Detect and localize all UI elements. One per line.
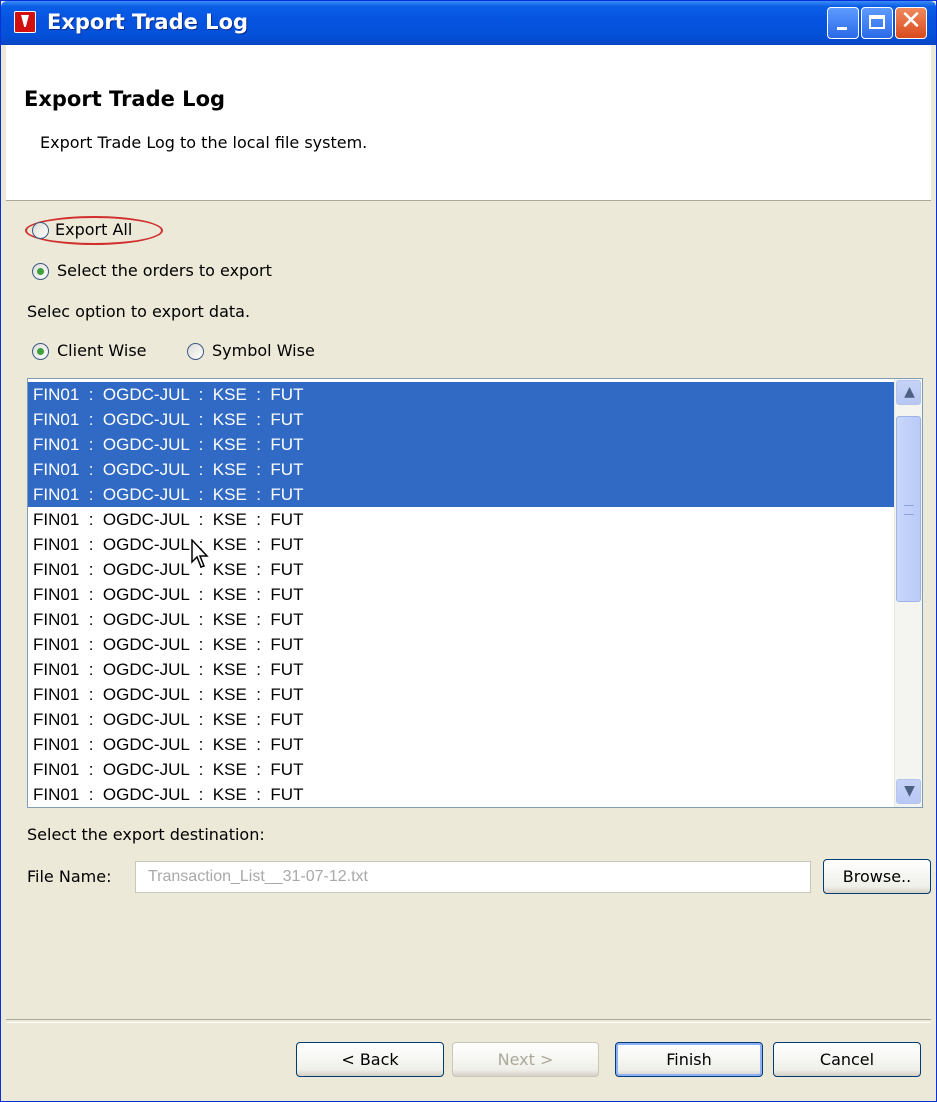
order-row[interactable]: FIN01 : OGDC-JUL : KSE : FUT [28, 482, 894, 507]
chevron-down-icon: ▼ [904, 783, 915, 799]
symbol-wise-radio[interactable] [187, 343, 204, 360]
order-row[interactable]: FIN01 : OGDC-JUL : KSE : FUT [28, 557, 894, 582]
chevron-up-icon: ▲ [904, 384, 915, 400]
export-trade-log-window: Export Trade Log ✕ Export Trade Log Expo… [0, 0, 937, 1102]
maximize-button[interactable] [861, 7, 893, 39]
minimize-button[interactable] [827, 7, 859, 39]
back-button[interactable]: < Back [296, 1042, 444, 1077]
order-row[interactable]: FIN01 : OGDC-JUL : KSE : FUT [28, 532, 894, 557]
browse-button[interactable]: Browse.. [823, 859, 931, 894]
export-all-radio[interactable] [32, 222, 49, 239]
mouse-cursor-icon [191, 539, 209, 568]
page-description: Export Trade Log to the local file syste… [40, 133, 368, 152]
select-orders-radio[interactable] [32, 263, 49, 280]
destination-prompt: Select the export destination: [27, 825, 265, 844]
order-row[interactable]: FIN01 : OGDC-JUL : KSE : FUT [28, 382, 894, 407]
select-orders-label[interactable]: Select the orders to export [57, 261, 272, 280]
file-name-label: File Name: [27, 867, 112, 886]
order-row[interactable]: FIN01 : OGDC-JUL : KSE : FUT [28, 582, 894, 607]
order-row[interactable]: FIN01 : OGDC-JUL : KSE : FUT [28, 507, 894, 532]
window-title: Export Trade Log [47, 10, 249, 34]
title-bar[interactable]: Export Trade Log ✕ [1, 1, 936, 45]
order-row[interactable]: FIN01 : OGDC-JUL : KSE : FUT [28, 682, 894, 707]
order-row[interactable]: FIN01 : OGDC-JUL : KSE : FUT [28, 407, 894, 432]
file-name-field[interactable]: Transaction_List__31-07-12.txt [135, 861, 811, 893]
vertical-scrollbar[interactable]: ▲ ▼ [894, 379, 922, 807]
order-row[interactable]: FIN01 : OGDC-JUL : KSE : FUT [28, 457, 894, 482]
scroll-down-button[interactable]: ▼ [896, 779, 921, 804]
scroll-up-button[interactable]: ▲ [896, 380, 921, 405]
close-icon: ✕ [900, 6, 922, 36]
scroll-thumb[interactable] [896, 416, 921, 602]
orders-list[interactable]: FIN01 : OGDC-JUL : KSE : FUT FIN01 : OGDC… [27, 378, 923, 808]
symbol-wise-label[interactable]: Symbol Wise [212, 341, 315, 360]
footer-divider [6, 1019, 931, 1023]
order-row[interactable]: FIN01 : OGDC-JUL : KSE : FUT [28, 757, 894, 782]
cancel-button[interactable]: Cancel [773, 1042, 921, 1077]
order-row[interactable]: FIN01 : OGDC-JUL : KSE : FUT [28, 732, 894, 757]
export-all-label[interactable]: Export All [55, 220, 132, 239]
close-button[interactable]: ✕ [895, 6, 927, 39]
next-button[interactable]: Next > [452, 1042, 599, 1077]
client-wise-label[interactable]: Client Wise [57, 341, 147, 360]
order-row[interactable]: FIN01 : OGDC-JUL : KSE : FUT [28, 432, 894, 457]
app-icon [14, 11, 36, 33]
order-row[interactable]: FIN01 : OGDC-JUL : KSE : FUT [28, 707, 894, 732]
wizard-header: Export Trade Log Export Trade Log to the… [6, 45, 931, 201]
order-row[interactable]: FIN01 : OGDC-JUL : KSE : FUT [28, 607, 894, 632]
minimize-icon [837, 27, 847, 30]
maximize-icon [869, 15, 885, 29]
page-title: Export Trade Log [24, 87, 226, 111]
export-option-prompt: Selec option to export data. [27, 302, 251, 321]
finish-button[interactable]: Finish [615, 1042, 763, 1077]
order-row[interactable]: FIN01 : OGDC-JUL : KSE : FUT [28, 657, 894, 682]
client-wise-radio[interactable] [32, 343, 49, 360]
order-row[interactable]: FIN01 : OGDC-JUL : KSE : FUT [28, 632, 894, 657]
grip-icon [904, 505, 914, 515]
order-row[interactable]: FIN01 : OGDC-JUL : KSE : FUT [28, 782, 894, 807]
